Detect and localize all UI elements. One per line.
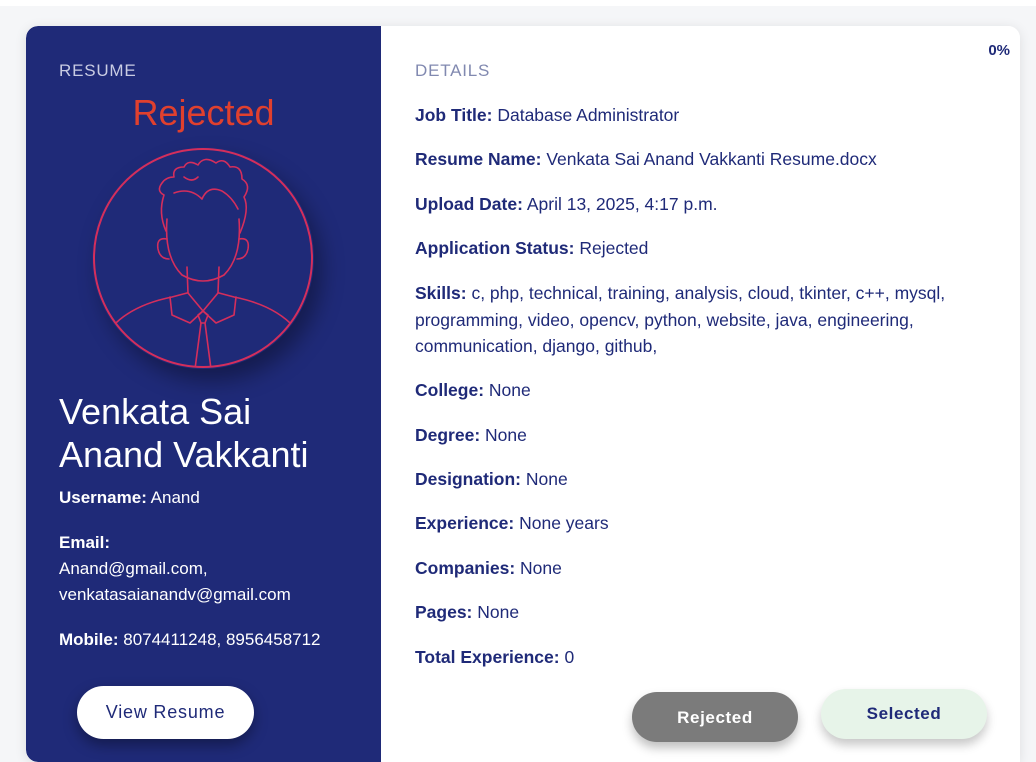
field-value: Venkata Sai Anand Vakkanti Resume.docx — [546, 149, 877, 169]
candidate-name: Venkata Sai Anand Vakkanti — [59, 391, 309, 475]
mobile-value: 8074411248, 8956458712 — [123, 630, 321, 649]
field-label: Resume Name: — [415, 149, 542, 169]
mobile-line: Mobile: 8074411248, 8956458712 — [59, 627, 359, 653]
field-value: c, php, technical, training, analysis, c… — [415, 283, 946, 356]
resume-panel: RESUME Rejected Venkata Sai Anand Vakkan… — [26, 26, 381, 762]
field-value: None — [488, 380, 531, 400]
field-label: Application Status: — [415, 238, 575, 258]
mobile-label: Mobile: — [59, 630, 119, 649]
field-experience: Experience: None years — [415, 510, 985, 537]
field-value: 0 — [564, 647, 575, 667]
field-label: Companies: — [415, 558, 516, 578]
status-heading: Rejected — [132, 92, 275, 133]
match-percent: 0% — [988, 42, 1010, 59]
field-companies: Companies: None — [415, 555, 985, 582]
select-button[interactable]: Selected — [821, 689, 987, 739]
field-value: None — [525, 469, 568, 489]
reject-button[interactable]: Rejected — [632, 692, 798, 742]
avatar — [92, 147, 314, 369]
field-value: None — [477, 602, 520, 622]
email-value: Anand@gmail.com, venkatasaianandv@gmail.… — [59, 559, 291, 604]
field-value: Database Administrator — [497, 105, 680, 125]
field-value: Rejected — [579, 238, 649, 258]
username-label: Username: — [59, 488, 147, 507]
view-resume-button[interactable]: View Resume — [77, 686, 254, 739]
field-job-title: Job Title: Database Administrator — [415, 102, 985, 129]
field-value: None — [485, 425, 527, 445]
field-college: College: None — [415, 377, 985, 404]
field-degree: Degree: None — [415, 422, 985, 449]
field-label: College: — [415, 380, 485, 400]
field-value: April 13, 2025, 4:17 p.m. — [526, 194, 718, 214]
username-line: Username: Anand — [59, 485, 359, 511]
field-label: Total Experience: — [415, 647, 560, 667]
field-value: None years — [519, 513, 609, 533]
user-avatar-icon — [93, 148, 313, 368]
field-upload-date: Upload Date: April 13, 2025, 4:17 p.m. — [415, 191, 985, 218]
field-value: None — [520, 558, 562, 578]
field-label: Experience: — [415, 513, 515, 533]
resume-section-label: RESUME — [59, 61, 137, 80]
field-label: Designation: — [415, 469, 521, 489]
field-total-experience: Total Experience: 0 — [415, 644, 985, 671]
field-designation: Designation: None — [415, 466, 985, 493]
field-label: Pages: — [415, 602, 473, 622]
field-label: Skills: — [415, 283, 467, 303]
field-application-status: Application Status: Rejected — [415, 235, 985, 262]
email-label: Email: — [59, 533, 111, 552]
field-label: Degree: — [415, 425, 481, 445]
resume-card: RESUME Rejected Venkata Sai Anand Vakkan… — [26, 26, 1020, 762]
field-label: Upload Date: — [415, 194, 523, 214]
details-panel: DETAILS 0% Job Title: Database Administr… — [381, 26, 1020, 762]
username-value: Anand — [150, 488, 200, 507]
details-section-label: DETAILS — [415, 61, 491, 80]
top-strip — [0, 0, 1036, 6]
field-skills: Skills: c, php, technical, training, ana… — [415, 280, 985, 360]
email-line: Email: Anand@gmail.com, venkatasaianandv… — [59, 530, 359, 608]
field-pages: Pages: None — [415, 599, 985, 626]
field-resume-name: Resume Name: Venkata Sai Anand Vakkanti … — [415, 146, 985, 173]
field-label: Job Title: — [415, 105, 493, 125]
